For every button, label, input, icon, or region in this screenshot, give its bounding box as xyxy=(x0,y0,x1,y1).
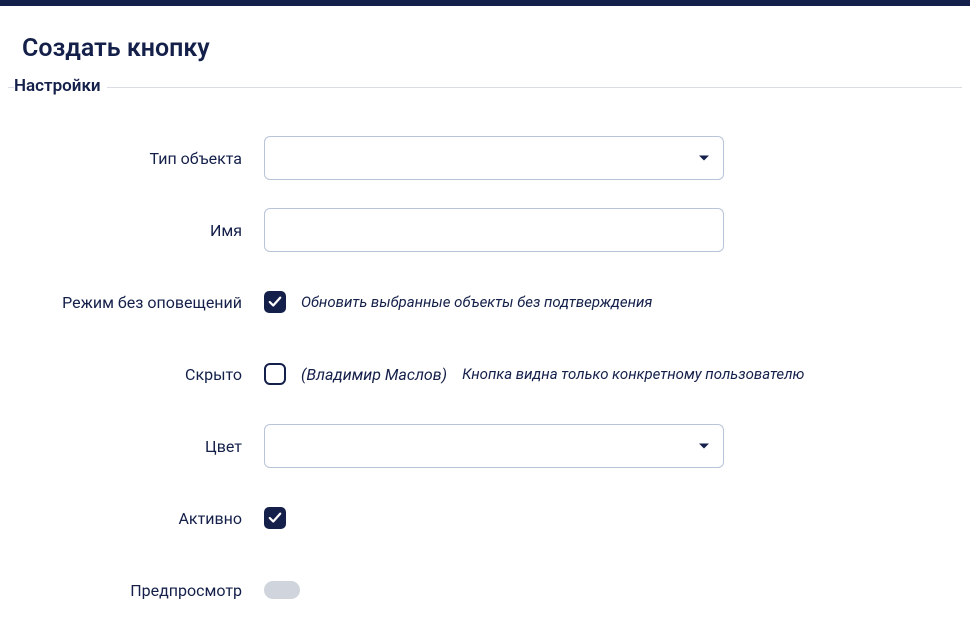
label-hidden: Скрыто xyxy=(8,365,264,384)
row-active: Активно xyxy=(8,496,962,540)
row-object-type: Тип объекта xyxy=(8,136,962,180)
caret-down-icon xyxy=(699,156,709,161)
label-active: Активно xyxy=(8,509,264,528)
page-header: Создать кнопку xyxy=(0,6,970,87)
settings-fieldset: Настройки Тип объекта Имя Режим без опов… xyxy=(8,87,962,612)
row-name: Имя xyxy=(8,208,962,252)
row-color: Цвет xyxy=(8,424,962,468)
caret-down-icon xyxy=(699,444,709,449)
checkbox-active[interactable] xyxy=(264,507,286,529)
checkbox-hidden[interactable] xyxy=(264,363,286,385)
row-preview: Предпросмотр xyxy=(8,568,962,612)
label-color: Цвет xyxy=(8,437,264,456)
select-object-type[interactable] xyxy=(264,136,724,180)
input-name[interactable] xyxy=(264,208,724,252)
label-silent-mode: Режим без оповещений xyxy=(8,293,264,312)
label-object-type: Тип объекта xyxy=(8,149,264,168)
check-icon xyxy=(268,295,282,309)
hint-hidden: Кнопка видна только конкретному пользова… xyxy=(462,365,804,383)
label-preview: Предпросмотр xyxy=(8,581,264,600)
row-hidden: Скрыто (Владимир Маслов) Кнопка видна то… xyxy=(8,352,962,396)
check-icon xyxy=(268,511,282,525)
preview-chip xyxy=(264,581,300,599)
label-name: Имя xyxy=(8,221,264,240)
row-silent-mode: Режим без оповещений Обновить выбранные … xyxy=(8,280,962,324)
hint-silent-mode: Обновить выбранные объекты без подтвержд… xyxy=(301,293,652,311)
fieldset-legend: Настройки xyxy=(14,76,107,96)
checkbox-silent-mode[interactable] xyxy=(264,291,286,313)
select-color[interactable] xyxy=(264,424,724,468)
page-title: Создать кнопку xyxy=(22,34,970,63)
user-hidden: (Владимир Маслов) xyxy=(301,365,447,384)
